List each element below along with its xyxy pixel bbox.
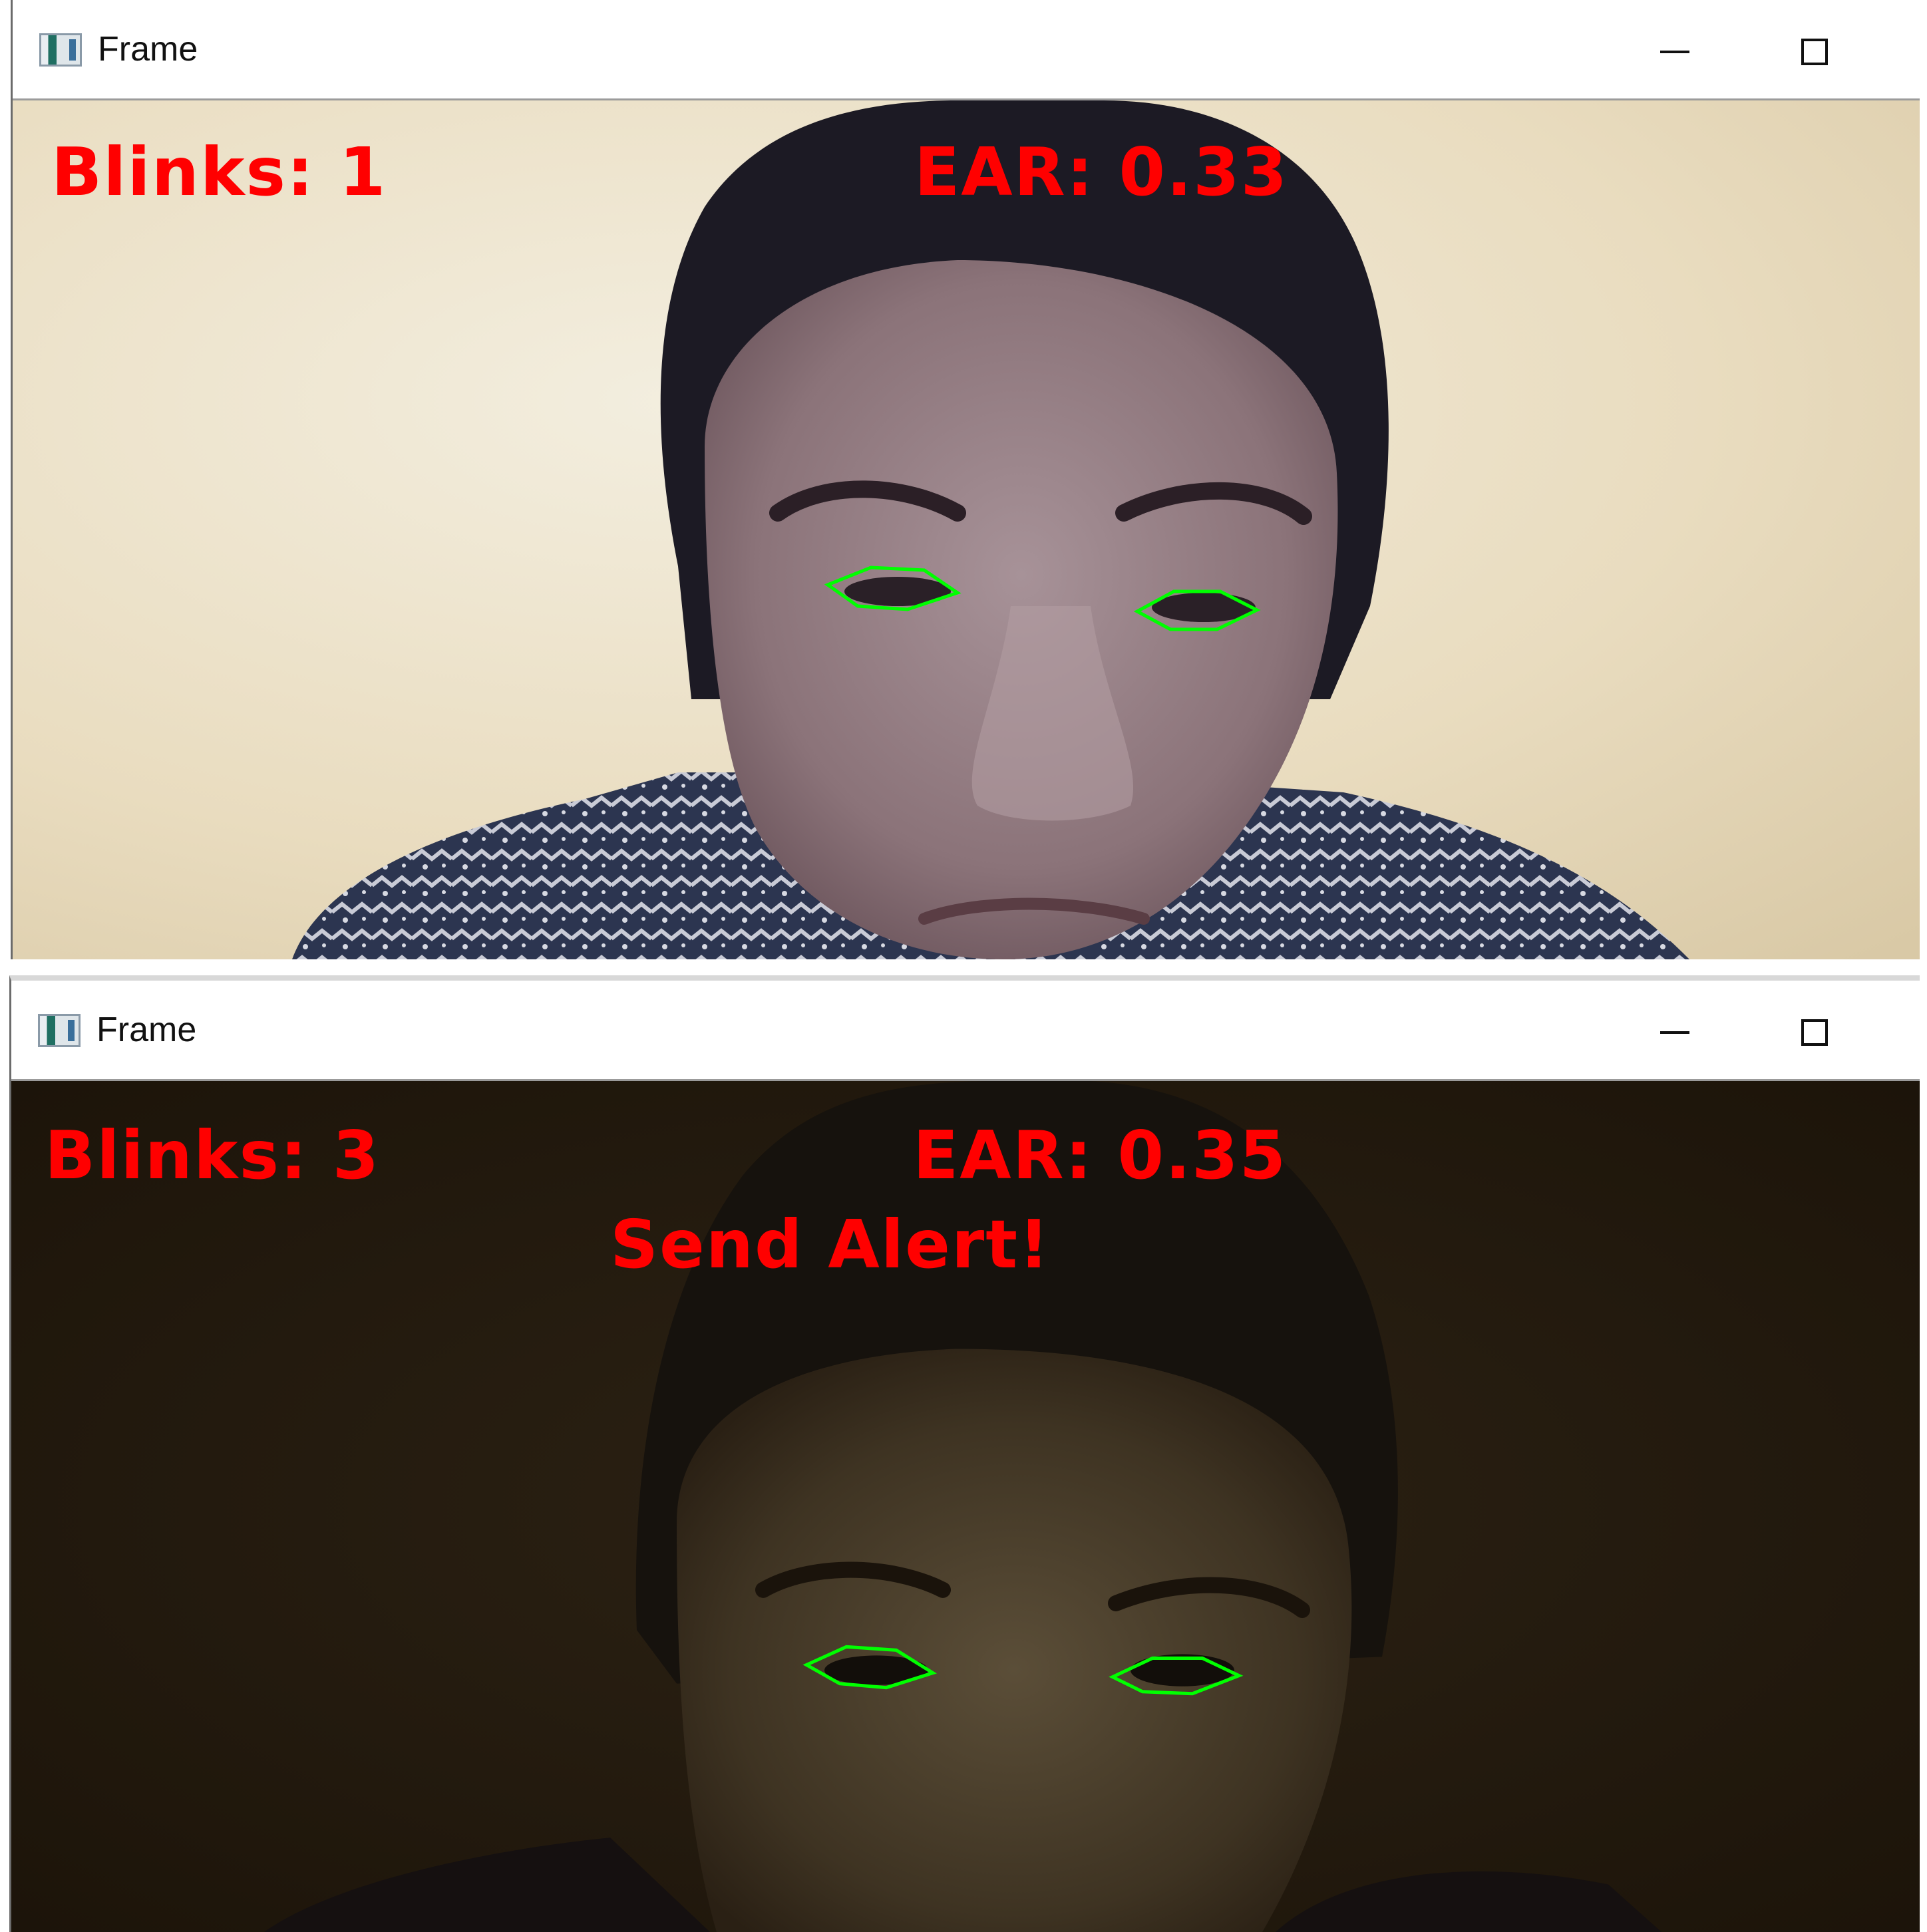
- close-button[interactable]: [1921, 999, 1927, 1066]
- maximize-button[interactable]: [1781, 19, 1848, 85]
- close-button[interactable]: [1921, 19, 1927, 85]
- alert-message: Send Alert!: [610, 1206, 1051, 1283]
- blink-count-label: Blinks: 3: [45, 1116, 381, 1194]
- minimize-button[interactable]: [1642, 19, 1708, 85]
- window-titlebar[interactable]: Frame: [13, 0, 1920, 100]
- minimize-icon: [1660, 51, 1689, 53]
- maximize-icon: [1801, 1019, 1828, 1046]
- minimize-icon: [1660, 1031, 1689, 1034]
- minimize-button[interactable]: [1642, 999, 1708, 1066]
- app-window-icon: [38, 1014, 81, 1047]
- app-window-icon: [39, 33, 82, 67]
- video-frame: Blinks: 1 EAR: 0.33: [13, 100, 1920, 959]
- window-title: Frame: [96, 1011, 197, 1049]
- ear-value-label: EAR: 0.35: [913, 1116, 1288, 1194]
- camera-image: [13, 100, 1920, 959]
- frame-window-2: Frame Blinks: 3 EAR: 0.35 Send Alert!: [9, 975, 1920, 1932]
- video-frame: Blinks: 3 EAR: 0.35 Send Alert!: [11, 1081, 1920, 1932]
- ear-value-label: EAR: 0.33: [914, 133, 1289, 211]
- maximize-button[interactable]: [1781, 999, 1848, 1066]
- frame-window-1: Frame Blinks: 1 EAR: 0.33: [11, 0, 1920, 959]
- window-titlebar[interactable]: Frame: [11, 981, 1920, 1081]
- window-title: Frame: [98, 30, 198, 69]
- maximize-icon: [1801, 39, 1828, 65]
- blink-count-label: Blinks: 1: [51, 133, 387, 211]
